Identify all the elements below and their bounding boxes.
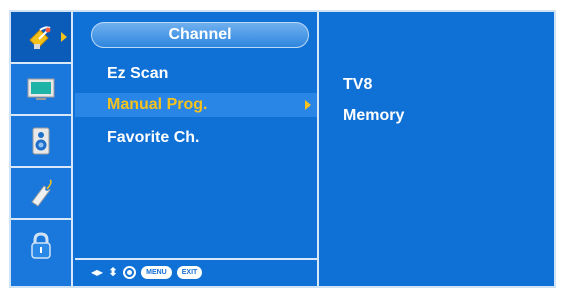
submenu-item-tv8[interactable]: TV8 [343,74,372,96]
rail-item-option[interactable] [11,168,71,220]
submenu-panel: TV8 Memory [321,12,554,286]
exit-key-badge: EXIT [176,265,203,279]
up-down-arrows-icon: ⬍ [108,265,119,279]
left-right-arrows-icon: ◂▸ [91,265,104,279]
rail-item-channel[interactable] [11,12,71,64]
lock-icon [29,231,53,261]
navigation-hint-bar: ◂▸ ⬍ MENU EXIT [75,258,317,286]
channel-menu: Channel Ez Scan Manual Prog. Favorite Ch… [75,12,319,286]
picture-screen-icon [26,76,56,102]
menu-title: Channel [91,22,309,48]
submenu-arrow-icon [305,100,311,110]
satellite-dish-icon [26,22,56,52]
menu-item-label: Ez Scan [107,65,169,82]
menu-item-ez-scan[interactable]: Ez Scan [75,62,317,86]
ok-button-icon [123,265,137,279]
category-rail [11,12,73,286]
menu-key-badge: MENU [141,265,172,279]
menu-item-label: Favorite Ch. [107,129,200,146]
rail-item-picture[interactable] [11,64,71,116]
tag-icon [26,178,56,208]
menu-item-label: Manual Prog. [107,96,208,113]
rail-selected-arrow-icon [61,32,67,42]
menu-item-manual-prog[interactable]: Manual Prog. [75,93,317,117]
rail-item-lock[interactable] [11,220,71,272]
menu-item-favorite-ch[interactable]: Favorite Ch. [75,126,317,150]
speaker-icon [30,126,52,156]
rail-item-sound[interactable] [11,116,71,168]
tv-osd-menu: Channel Ez Scan Manual Prog. Favorite Ch… [9,10,556,288]
submenu-item-memory[interactable]: Memory [343,105,404,127]
